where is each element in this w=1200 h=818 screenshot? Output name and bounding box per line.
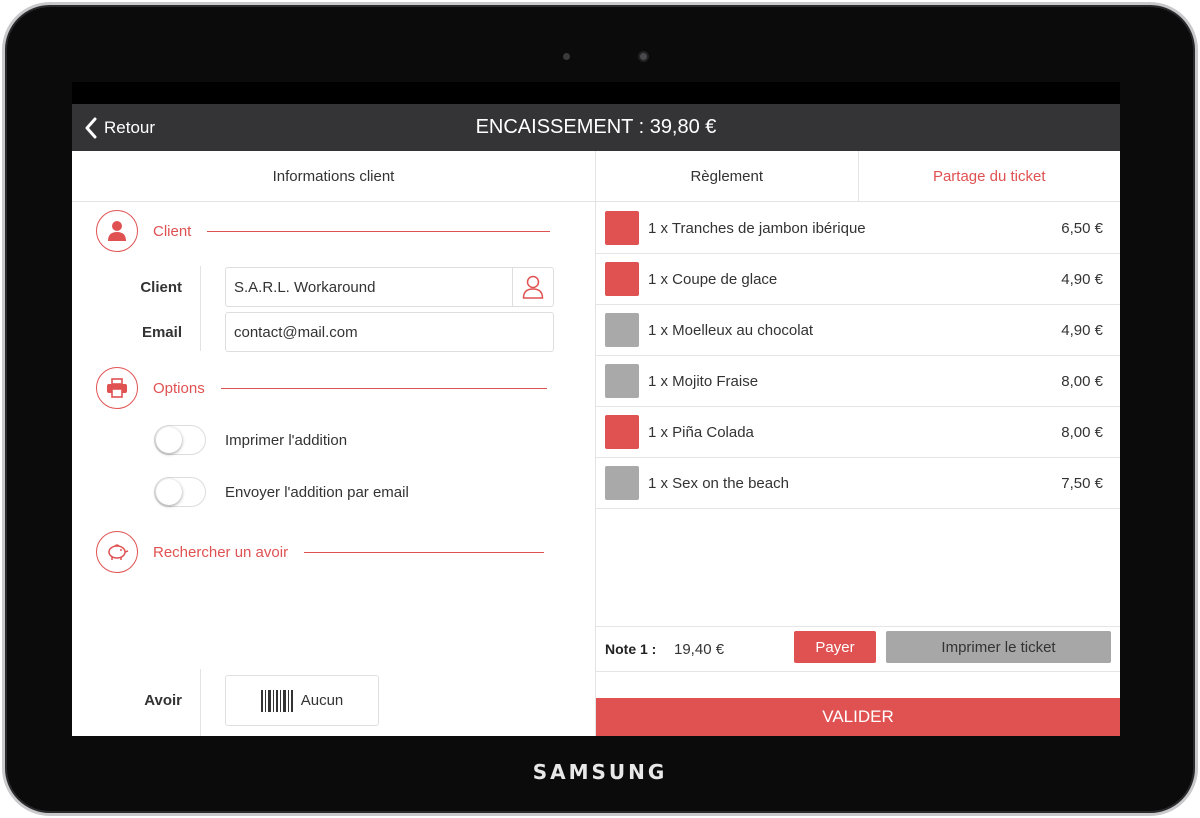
item-name: 1 x Tranches de jambon ibérique <box>648 219 866 237</box>
user-outline-icon <box>522 275 544 299</box>
ticket-item[interactable]: 1 x Mojito Fraise 8,00 € <box>596 356 1120 407</box>
camera-icon <box>638 51 649 62</box>
item-name: 1 x Coupe de glace <box>648 270 778 288</box>
piggy-bank-icon <box>96 531 138 573</box>
item-color-swatch <box>605 415 639 449</box>
print-ticket-button[interactable]: Imprimer le ticket <box>886 631 1111 663</box>
item-color-swatch <box>605 466 639 500</box>
avoir-section-header: Rechercher un avoir <box>96 531 545 573</box>
sensor-icon <box>563 53 570 60</box>
section-divider <box>304 551 545 553</box>
item-name: 1 x Piña Colada <box>648 423 754 441</box>
print-bill-toggle[interactable] <box>154 425 206 455</box>
item-price: 7,50 € <box>1061 474 1103 492</box>
ticket-item[interactable]: 1 x Tranches de jambon ibérique 6,50 € <box>596 203 1120 254</box>
payment-tabs: Règlement Partage du ticket <box>596 151 1120 202</box>
barcode-icon <box>260 689 293 712</box>
scan-avoir-button[interactable]: Aucun <box>225 675 379 726</box>
print-bill-label: Imprimer l'addition <box>225 432 348 449</box>
item-name: 1 x Mojito Fraise <box>648 372 759 390</box>
client-field-label: Client <box>140 279 182 296</box>
options-section-header: Options <box>96 367 547 409</box>
avoir-button-label: Aucun <box>300 692 344 709</box>
app-screen: 12:30 Retour ENCAISSEMENT : 39,80 € Info… <box>72 82 1120 736</box>
section-divider <box>220 387 547 389</box>
item-name: 1 x Moelleux au chocolat <box>648 321 814 339</box>
back-button[interactable]: Retour <box>84 104 155 151</box>
field-divider <box>200 669 201 736</box>
ticket-item-list: 1 x Tranches de jambon ibérique 6,50 € 1… <box>596 203 1120 509</box>
ticket-item[interactable]: 1 x Coupe de glace 4,90 € <box>596 254 1120 305</box>
item-color-swatch <box>605 211 639 245</box>
panel-title: Informations client <box>72 151 595 202</box>
note-amount: 19,40 € <box>674 641 725 658</box>
section-divider <box>207 230 551 232</box>
client-field[interactable]: S.A.R.L. Workaround <box>225 267 554 307</box>
chevron-left-icon <box>85 117 97 138</box>
avoir-field-label: Avoir <box>144 692 182 709</box>
client-section-header: Client <box>96 210 551 252</box>
toggle-knob <box>156 427 182 453</box>
client-field-value: S.A.R.L. Workaround <box>234 278 376 296</box>
ticket-item[interactable]: 1 x Moelleux au chocolat 4,90 € <box>596 305 1120 356</box>
email-field-label: Email <box>141 324 182 341</box>
item-color-swatch <box>605 364 639 398</box>
back-label: Retour <box>104 117 156 137</box>
item-price: 4,90 € <box>1061 321 1103 339</box>
validate-button[interactable]: VALIDER <box>596 698 1120 736</box>
item-name: 1 x Sex on the beach <box>648 474 789 492</box>
printer-icon <box>96 367 138 409</box>
toggle-knob <box>156 479 182 505</box>
brand-logo: SAMSUNG <box>532 760 668 784</box>
pay-button[interactable]: Payer <box>794 631 876 663</box>
email-field-value: contact@mail.com <box>234 323 358 341</box>
note-row: Note 1 : 19,40 € Payer Imprimer le ticke… <box>596 626 1120 672</box>
item-color-swatch <box>605 262 639 296</box>
payment-panel: Règlement Partage du ticket 1 x Tranches… <box>596 151 1120 736</box>
tab-reglement[interactable]: Règlement <box>596 151 858 201</box>
field-divider <box>200 266 201 351</box>
options-section-label: Options <box>153 379 205 397</box>
client-picker-button[interactable] <box>512 268 553 306</box>
ticket-item[interactable]: 1 x Piña Colada 8,00 € <box>596 407 1120 458</box>
note-label: Note 1 : <box>605 641 657 657</box>
status-bar: 12:30 <box>72 82 1120 386</box>
ticket-item[interactable]: 1 x Sex on the beach 7,50 € <box>596 458 1120 509</box>
user-icon <box>96 210 138 252</box>
client-info-panel: Informations client Client Client S.A.R.… <box>72 151 596 736</box>
page-title: ENCAISSEMENT : 39,80 € <box>475 116 717 138</box>
item-price: 8,00 € <box>1061 372 1103 390</box>
item-color-swatch <box>605 313 639 347</box>
email-bill-toggle[interactable] <box>154 477 206 507</box>
top-bar: Retour ENCAISSEMENT : 39,80 € <box>72 104 1120 151</box>
email-field[interactable]: contact@mail.com <box>225 312 554 352</box>
avoir-section-label: Rechercher un avoir <box>153 543 289 561</box>
client-section-label: Client <box>153 222 192 240</box>
email-bill-label: Envoyer l'addition par email <box>225 484 409 501</box>
tab-partage-ticket[interactable]: Partage du ticket <box>857 151 1121 201</box>
item-price: 4,90 € <box>1061 270 1103 288</box>
item-price: 8,00 € <box>1061 423 1103 441</box>
item-price: 6,50 € <box>1061 219 1103 237</box>
